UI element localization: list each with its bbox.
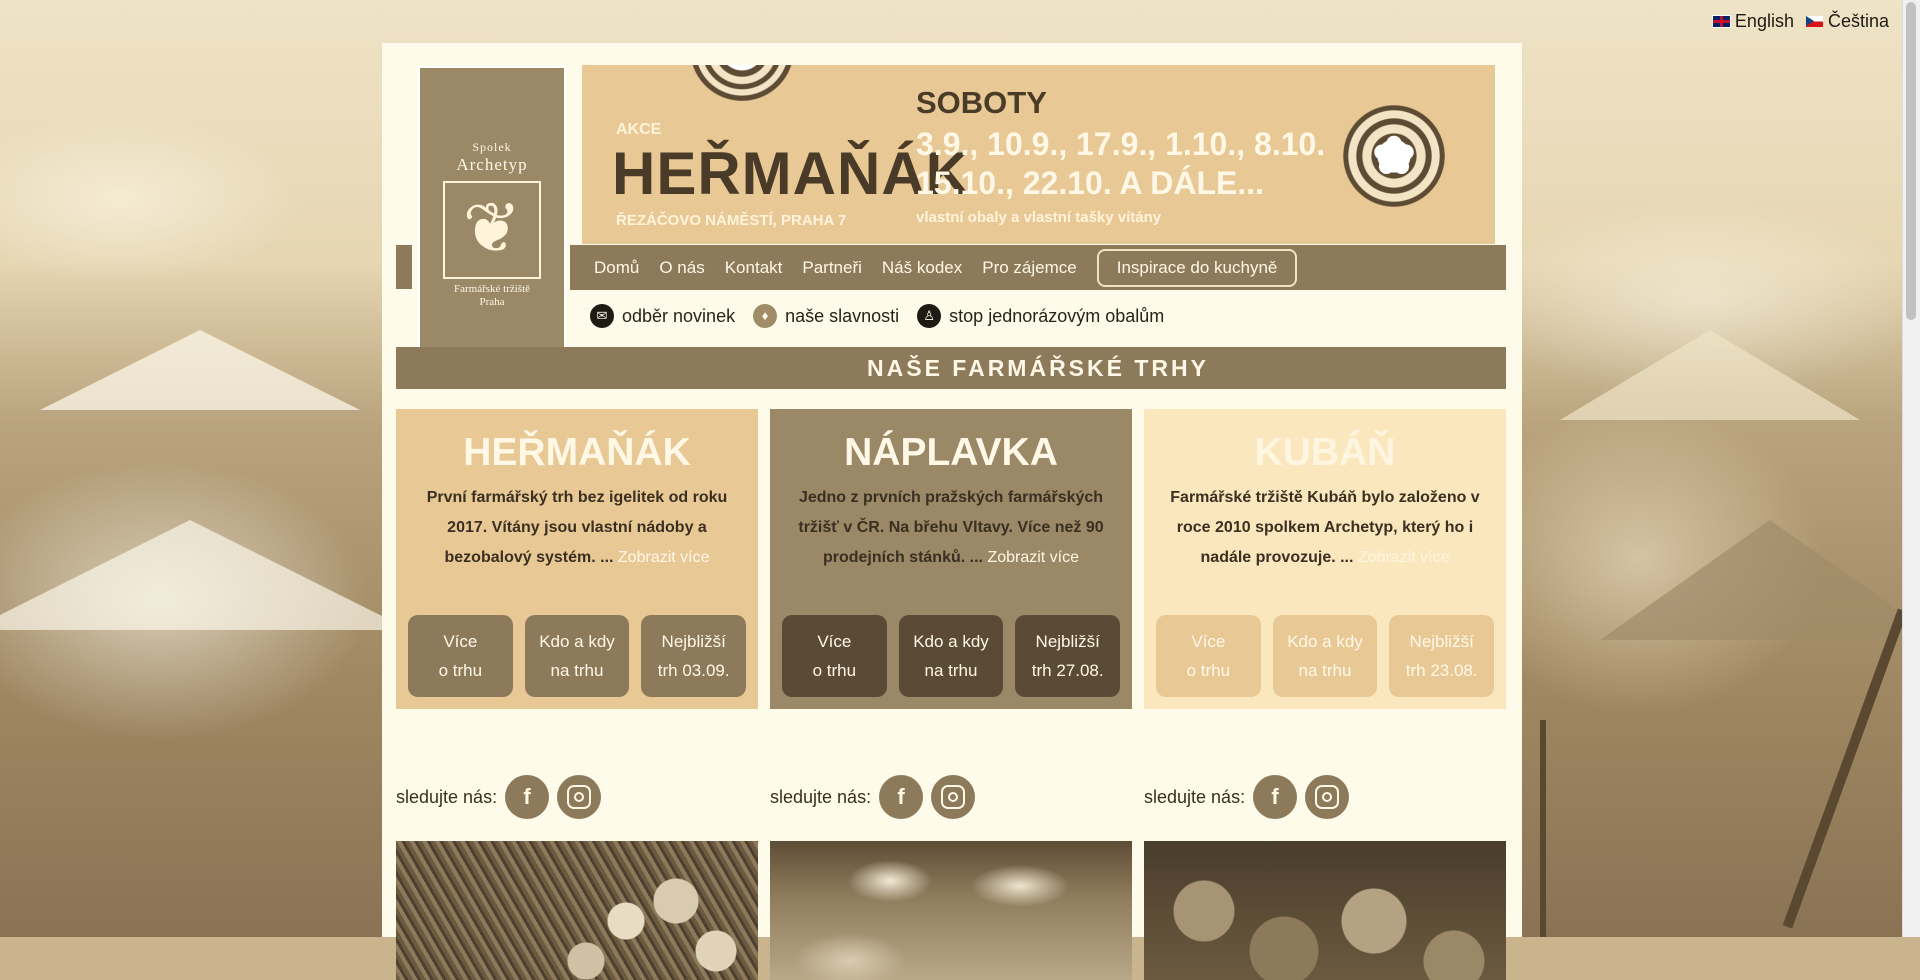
market-description: Jedno z prvních pražských farmářských tr…	[798, 489, 1104, 566]
show-more-link[interactable]: Zobrazit více	[987, 549, 1079, 566]
hermanak-banner[interactable]: AKCE HEŘMAŇÁK ŘEZÁČOVO NÁMĚSTÍ, PRAHA 7 …	[582, 65, 1495, 244]
archetyp-logo[interactable]: Spolek Archetyp Farmářské tržiště Praha	[418, 66, 566, 374]
instagram-icon[interactable]	[557, 775, 602, 819]
next-market-button[interactable]: Nejbližší trh 27.08.	[1015, 615, 1121, 697]
chamomile-flower-icon	[668, 65, 816, 123]
quick-links: ✉ odběr novinek ♦ naše slavnosti ♙ stop jed…	[590, 304, 1164, 328]
follow-us-hermanak: sledujte nás: f	[396, 775, 602, 819]
czech-flag-icon	[1805, 16, 1823, 27]
who-when-button[interactable]: Kdo a kdy na trhu	[524, 615, 630, 697]
envelope-icon: ✉	[590, 304, 614, 328]
heading-ribbon-tab	[396, 347, 570, 389]
about-market-button[interactable]: Více o trhu	[1156, 615, 1261, 697]
nav-code[interactable]: Náš kodex	[872, 258, 972, 278]
about-market-button[interactable]: Více o trhu	[408, 615, 513, 697]
show-more-link[interactable]: Zobrazit více	[618, 549, 710, 566]
market-card-naplavka: NÁPLAVKA Jedno z prvních pražských farmá…	[770, 409, 1132, 709]
market-card-kuban: KUBÁŇ Farmářské tržiště Kubáň bylo založ…	[1144, 409, 1506, 709]
griffin-emblem-icon	[443, 181, 541, 279]
who-when-button[interactable]: Kdo a kdy na trhu	[1272, 615, 1378, 697]
newsletter-link[interactable]: ✉ odběr novinek	[590, 304, 735, 328]
market-title: KUBÁŇ	[1254, 431, 1396, 474]
nav-partners[interactable]: Partneři	[792, 258, 872, 278]
uk-flag-icon	[1711, 15, 1731, 28]
instagram-icon[interactable]	[1305, 775, 1350, 819]
show-more-link[interactable]: Zobrazit více	[1358, 549, 1450, 566]
market-title: NÁPLAVKA	[844, 431, 1058, 474]
language-switcher: English Čeština	[1711, 11, 1889, 32]
about-market-button[interactable]: Více o trhu	[782, 615, 887, 697]
market-description: První farmářský trh bez igelitek od roku…	[426, 489, 728, 566]
language-english[interactable]: English	[1711, 11, 1794, 32]
naplavka-flowers-photo[interactable]	[770, 841, 1132, 980]
facebook-icon[interactable]: f	[879, 775, 924, 819]
chamomile-badge-icon	[1323, 85, 1465, 227]
nav-kitchen-inspiration[interactable]: Inspirace do kuchyně	[1096, 248, 1298, 287]
follow-us-naplavka: sledujte nás: f	[770, 775, 976, 819]
nav-applicants[interactable]: Pro zájemce	[972, 258, 1086, 278]
nav-home[interactable]: Domů	[584, 258, 649, 278]
balloon-icon: ♦	[753, 304, 778, 328]
main-container: Spolek Archetyp Farmářské tržiště Praha …	[382, 43, 1522, 980]
next-market-button[interactable]: Nejbližší trh 03.09.	[641, 615, 747, 697]
packaging-link[interactable]: ♙ stop jednorázovým obalům	[917, 304, 1164, 328]
bag-icon: ♙	[917, 304, 942, 328]
hermanak-vegetables-photo[interactable]	[396, 841, 758, 980]
main-navigation: Domů O nás Kontakt Partneři Náš kodex Pr…	[570, 245, 1506, 290]
who-when-button[interactable]: Kdo a kdy na trhu	[898, 615, 1004, 697]
facebook-icon[interactable]: f	[505, 775, 550, 819]
follow-us-kuban: sledujte nás: f	[1144, 775, 1350, 819]
instagram-icon[interactable]	[931, 775, 976, 819]
nav-about[interactable]: O nás	[649, 258, 714, 278]
market-description: Farmářské tržiště Kubáň bylo založeno v …	[1170, 489, 1480, 566]
banner-dates: 3.9., 10.9., 17.9., 1.10., 8.10., 15.10.…	[916, 126, 1335, 201]
nav-contact[interactable]: Kontakt	[715, 258, 793, 278]
market-card-hermanak: HEŘMAŇÁK První farmářský trh bez igelite…	[396, 409, 758, 709]
scrollbar-thumb[interactable]	[1906, 2, 1916, 320]
facebook-icon[interactable]: f	[1253, 775, 1298, 819]
next-market-button[interactable]: Nejbližší trh 23.08.	[1389, 615, 1495, 697]
language-czech[interactable]: Čeština	[1805, 11, 1889, 32]
logo-ribbon-tab	[396, 245, 412, 289]
kuban-pumpkins-photo[interactable]	[1144, 841, 1506, 980]
section-title: NAŠE FARMÁŘSKÉ TRHY	[570, 347, 1506, 389]
market-title: HEŘMAŇÁK	[463, 431, 691, 474]
page-scrollbar[interactable]	[1902, 0, 1920, 937]
festivals-link[interactable]: ♦ naše slavnosti	[753, 304, 899, 328]
